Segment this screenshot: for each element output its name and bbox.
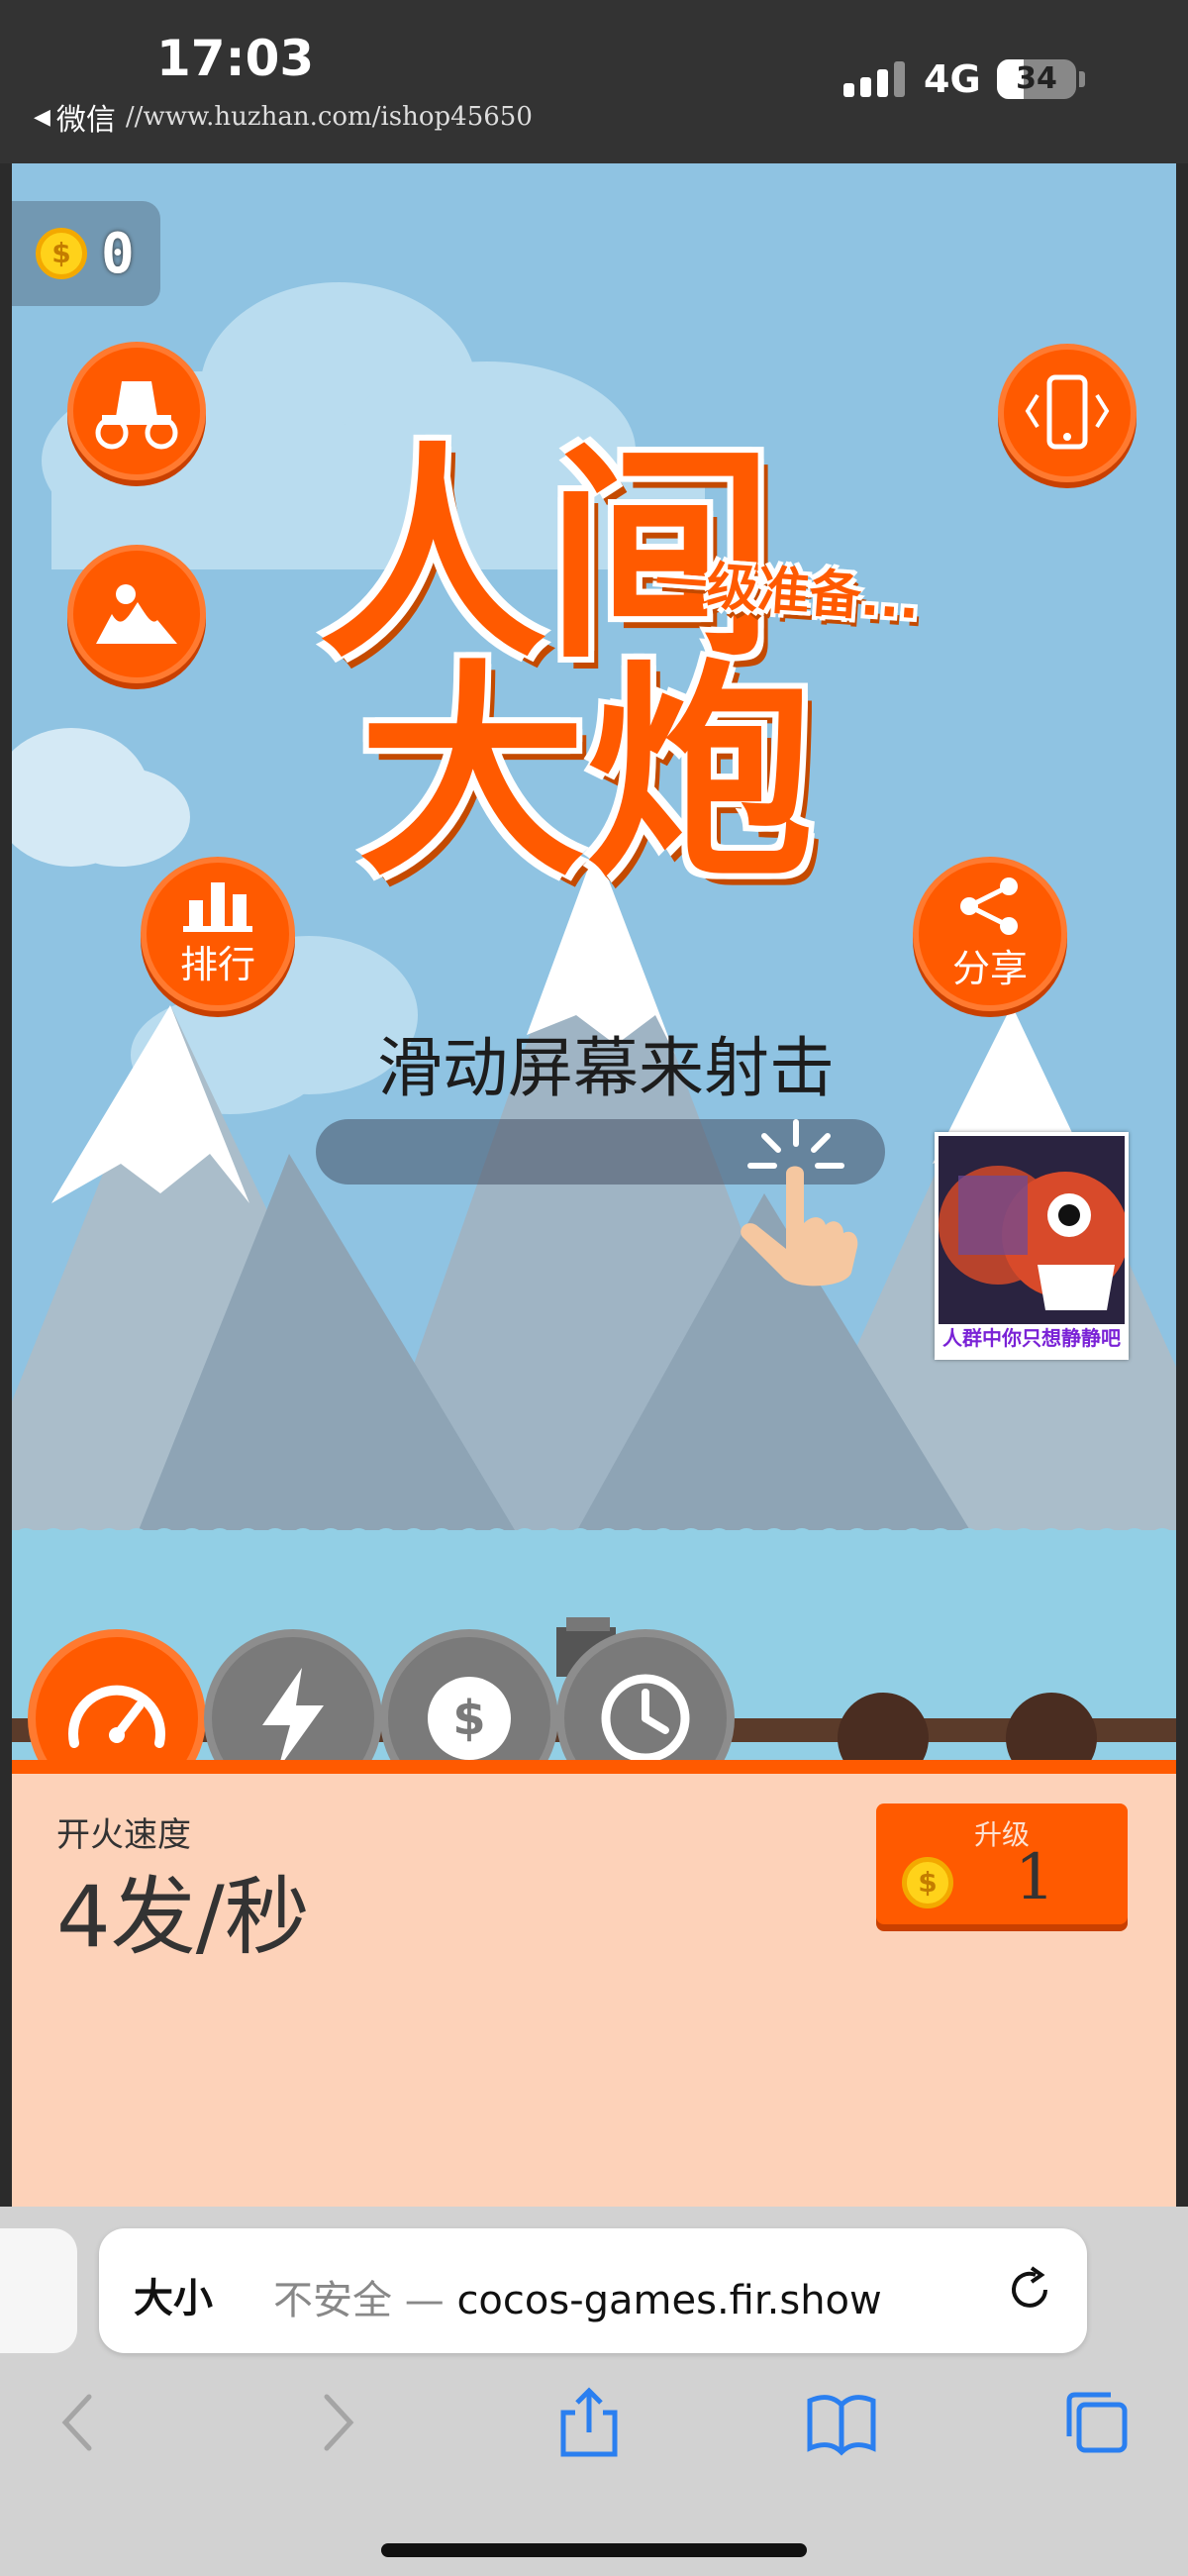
bar-chart-icon [183, 881, 252, 932]
ad-image [939, 1136, 1125, 1324]
coin-counter: $ 0 [12, 201, 160, 306]
address-bar[interactable]: 大小 不安全 — cocos-games.fir.show [99, 2228, 1087, 2353]
upgrade-label: 升级 [973, 1818, 1030, 1851]
text-size-label: 大小 [134, 2276, 213, 2321]
game-title: 人间 大炮 一级准备... [319, 371, 1012, 1025]
rank-label: 排行 [179, 942, 255, 986]
browser-toolbar: 大小 不安全 — cocos-games.fir.show [0, 2207, 1188, 2576]
bookmarks-icon[interactable] [802, 2383, 881, 2462]
svg-text:$: $ [452, 1691, 485, 1746]
back-app-label: 微信 [55, 103, 116, 138]
phone-vibrate-icon [1025, 374, 1110, 450]
forward-icon[interactable] [297, 2383, 376, 2462]
ad-character-image [939, 1136, 1125, 1324]
domain-label: cocos-games.fir.show [456, 2278, 882, 2323]
rank-button[interactable]: 排行 [141, 857, 295, 1011]
game-canvas[interactable]: $ 0 排行 分享 人间 大炮 一级准备... 滑动屏幕来射击 人群中你只想静静… [12, 163, 1176, 2207]
status-time: 17:03 [156, 30, 315, 87]
battery-icon: 34 [997, 59, 1076, 99]
coin-count: 0 [101, 221, 135, 286]
instruction-text: 滑动屏幕来射击 [377, 1030, 835, 1106]
status-url: //www.huzhan.com/ishop45650 [125, 102, 533, 132]
back-triangle-icon: ◀ [34, 104, 50, 130]
hand-pointer-icon [741, 1119, 858, 1287]
vibrate-toggle-button[interactable] [998, 344, 1137, 482]
tabs-icon[interactable] [1057, 2383, 1137, 2462]
ad-banner[interactable]: 人群中你只想静静吧 [935, 1132, 1129, 1360]
upgrade-button[interactable]: 升级 $ 1 [876, 1803, 1128, 1924]
previous-tab-preview[interactable] [0, 2228, 77, 2353]
speedometer-icon [68, 1685, 165, 1748]
status-bar: 17:03 ◀ 微信 //www.huzhan.com/ishop45650 4… [0, 0, 1188, 163]
clock-icon [601, 1674, 690, 1763]
cannon-cart-icon [95, 381, 178, 450]
upgrade-cost: 1 [1015, 1841, 1055, 1914]
cannon-select-button[interactable] [67, 342, 206, 480]
title-line2: 大炮 [358, 643, 815, 907]
coin-icon: $ [36, 228, 87, 279]
coin-icon: $ [902, 1857, 953, 1908]
url-text[interactable]: 不安全 — cocos-games.fir.show [273, 2268, 882, 2325]
stat-value: 4发/秒 [56, 1868, 310, 1967]
signal-icon [843, 61, 905, 97]
back-icon[interactable] [40, 2383, 119, 2462]
ad-caption: 人群中你只想静静吧 [942, 1326, 1121, 1350]
battery-level: 34 [1016, 61, 1057, 96]
lightning-icon [262, 1668, 324, 1769]
back-to-app-link[interactable]: ◀ 微信 //www.huzhan.com/ishop45650 [34, 95, 533, 139]
text-size-button[interactable]: 大小 [134, 2266, 213, 2323]
reload-icon[interactable] [1002, 2262, 1057, 2318]
scene-select-button[interactable] [67, 545, 206, 683]
dollar-icon: $ [428, 1677, 511, 1760]
network-type: 4G [924, 57, 981, 101]
insecure-label: 不安全 — [273, 2278, 457, 2323]
home-indicator [381, 2543, 807, 2557]
landscape-icon [96, 584, 177, 644]
battery-tip [1079, 71, 1085, 87]
share-icon[interactable] [549, 2383, 629, 2462]
